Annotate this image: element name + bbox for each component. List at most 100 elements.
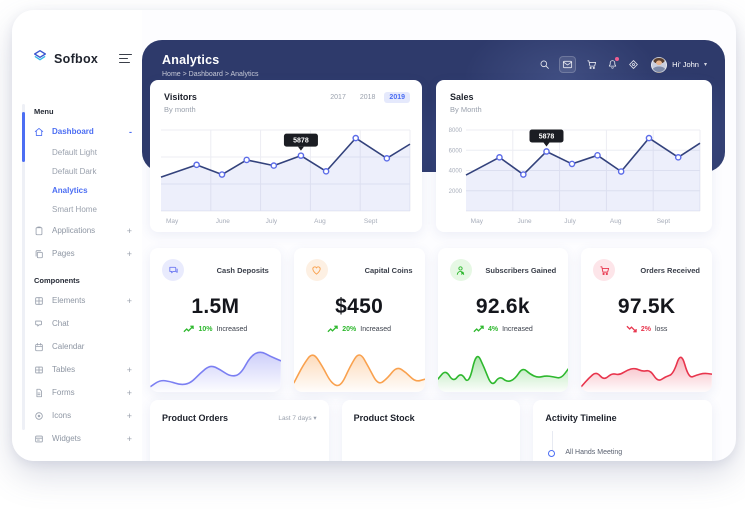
stat-card-capital-coins: Capital Coins $450 20%Increased [294,248,425,392]
product-stock-title: Product Stock [354,413,415,423]
activity-timeline-card: Activity Timeline All Hands Meeting [533,400,712,461]
sidebar-item-applications[interactable]: Applications+ [12,219,142,242]
sidebar-item-chat[interactable]: Chat [12,312,142,335]
chevron-down-icon: ▾ [704,61,707,68]
sidebar: Sofbox MenuDashboard-Default LightDefaul… [12,10,142,461]
stat-value: 1.5M [150,295,281,319]
svg-text:Aug: Aug [610,218,622,225]
visitors-chart[interactable]: May June July Aug Sept 5878 [158,118,414,226]
stat-label: Capital Coins [365,266,413,275]
search-icon[interactable] [538,59,550,71]
chat-bubble-icon [162,259,184,281]
notification-dot [615,57,620,62]
range-select[interactable]: Last 7 days ▾ [278,414,316,422]
visitors-title: Visitors [164,92,197,102]
table-icon [34,365,44,375]
stat-card-cash-deposits: Cash Deposits 1.5M 10%Increased [150,248,281,392]
sales-chart[interactable]: 2000400060008000MayJuneJulyAugSept5878 [444,118,704,226]
grid-icon [34,296,44,306]
sidebar-item-widgets[interactable]: Widgets+ [12,427,142,450]
svg-text:6000: 6000 [449,148,463,154]
svg-text:5878: 5878 [539,133,555,140]
year-tab-2017[interactable]: 2017 [325,92,351,103]
sales-title: Sales [450,92,482,102]
mail-icon[interactable] [559,56,576,73]
clipboard-icon [34,226,44,236]
sidebar-item-tables[interactable]: Tables+ [12,358,142,381]
stat-sparkline [150,344,281,392]
header-actions: Hi' John ▾ [538,56,707,73]
visitors-subtitle: By month [164,105,197,114]
stat-cards-row: Cash Deposits 1.5M 10%Increased Capital Coi… [150,248,712,392]
sidebar-subitem-smart-home[interactable]: Smart Home [12,200,142,219]
stat-value: 97.5K [581,295,712,319]
sidebar-item-icons[interactable]: Icons+ [12,404,142,427]
sidebar-item-calendar[interactable]: Calendar [12,335,142,358]
timeline-item[interactable]: All Hands Meeting [545,449,700,456]
svg-text:Aug: Aug [314,218,326,225]
sidebar-toggle-icon[interactable] [119,51,132,65]
sidebar-section-components: Components [12,271,142,289]
svg-text:5878: 5878 [293,138,309,145]
stat-change: 2%loss [581,325,712,333]
stat-label: Cash Deposits [217,266,269,275]
cart-icon[interactable] [585,59,597,71]
svg-text:July: July [564,218,576,225]
product-stock-card: Product Stock [342,400,521,461]
sidebar-item-dashboard[interactable]: Dashboard- [12,120,142,143]
product-orders-card: Product Orders Last 7 days ▾ [150,400,329,461]
visitors-card: Visitors By month 2017 20182019 May June Ju… [150,80,422,232]
svg-text:May: May [166,218,179,225]
user-name: Hi' John [672,60,699,69]
file-icon [34,388,44,398]
app-window: Analytics Home > Dashboard > Analytics H… [12,10,736,461]
year-tab-2018[interactable]: 2018 [355,92,381,103]
trend-down-icon [626,325,637,333]
heart-icon [306,259,328,281]
sofbox-logo-icon [32,48,48,69]
widget-icon [34,434,44,444]
sidebar-nav: MenuDashboard-Default LightDefault DarkA… [12,96,142,450]
svg-text:June: June [216,218,230,225]
stat-sparkline [294,344,425,392]
svg-text:June: June [517,218,531,225]
stat-label: Orders Received [640,266,700,275]
year-tab-2019[interactable]: 2019 [384,92,410,103]
sidebar-item-elements[interactable]: Elements+ [12,289,142,312]
stat-value: 92.6k [438,295,569,319]
sidebar-item-forms[interactable]: Forms+ [12,381,142,404]
svg-text:Sept: Sept [364,218,378,225]
timeline-dot-icon [548,450,555,457]
svg-text:2000: 2000 [449,189,463,195]
pages-icon [34,249,44,259]
cart-icon [593,259,615,281]
sidebar-item-pages[interactable]: Pages+ [12,242,142,265]
bottom-cards-row: Product Orders Last 7 days ▾ Product Sto… [150,400,712,461]
sidebar-subitem-default-light[interactable]: Default Light [12,143,142,162]
stat-sparkline [438,344,569,392]
calendar-icon [34,342,44,352]
product-orders-title: Product Orders [162,413,228,423]
timeline-label: All Hands Meeting [565,449,700,456]
trend-up-icon [473,325,484,333]
svg-text:May: May [471,218,484,225]
stat-change: 20%Increased [294,325,425,333]
user-menu[interactable]: Hi' John ▾ [651,57,707,73]
svg-text:Sept: Sept [657,218,671,225]
sidebar-subitem-analytics[interactable]: Analytics [12,181,142,200]
year-tabs: 2017 20182019 [325,92,410,114]
sales-card: Sales By Month 2000400060008000MayJuneJu… [436,80,712,232]
bell-icon[interactable] [606,59,618,71]
sidebar-section-menu: Menu [12,102,142,120]
home-icon [34,127,44,137]
svg-text:July: July [266,218,278,225]
avatar[interactable] [651,57,667,73]
stat-change: 10%Increased [150,325,281,333]
sales-subtitle: By Month [450,105,482,114]
stat-label: Subscribers Gained [485,266,556,275]
sidebar-subitem-default-dark[interactable]: Default Dark [12,162,142,181]
stat-value: $450 [294,295,425,319]
user-icon [450,259,472,281]
focus-icon[interactable] [627,59,639,71]
trend-up-icon [327,325,338,333]
